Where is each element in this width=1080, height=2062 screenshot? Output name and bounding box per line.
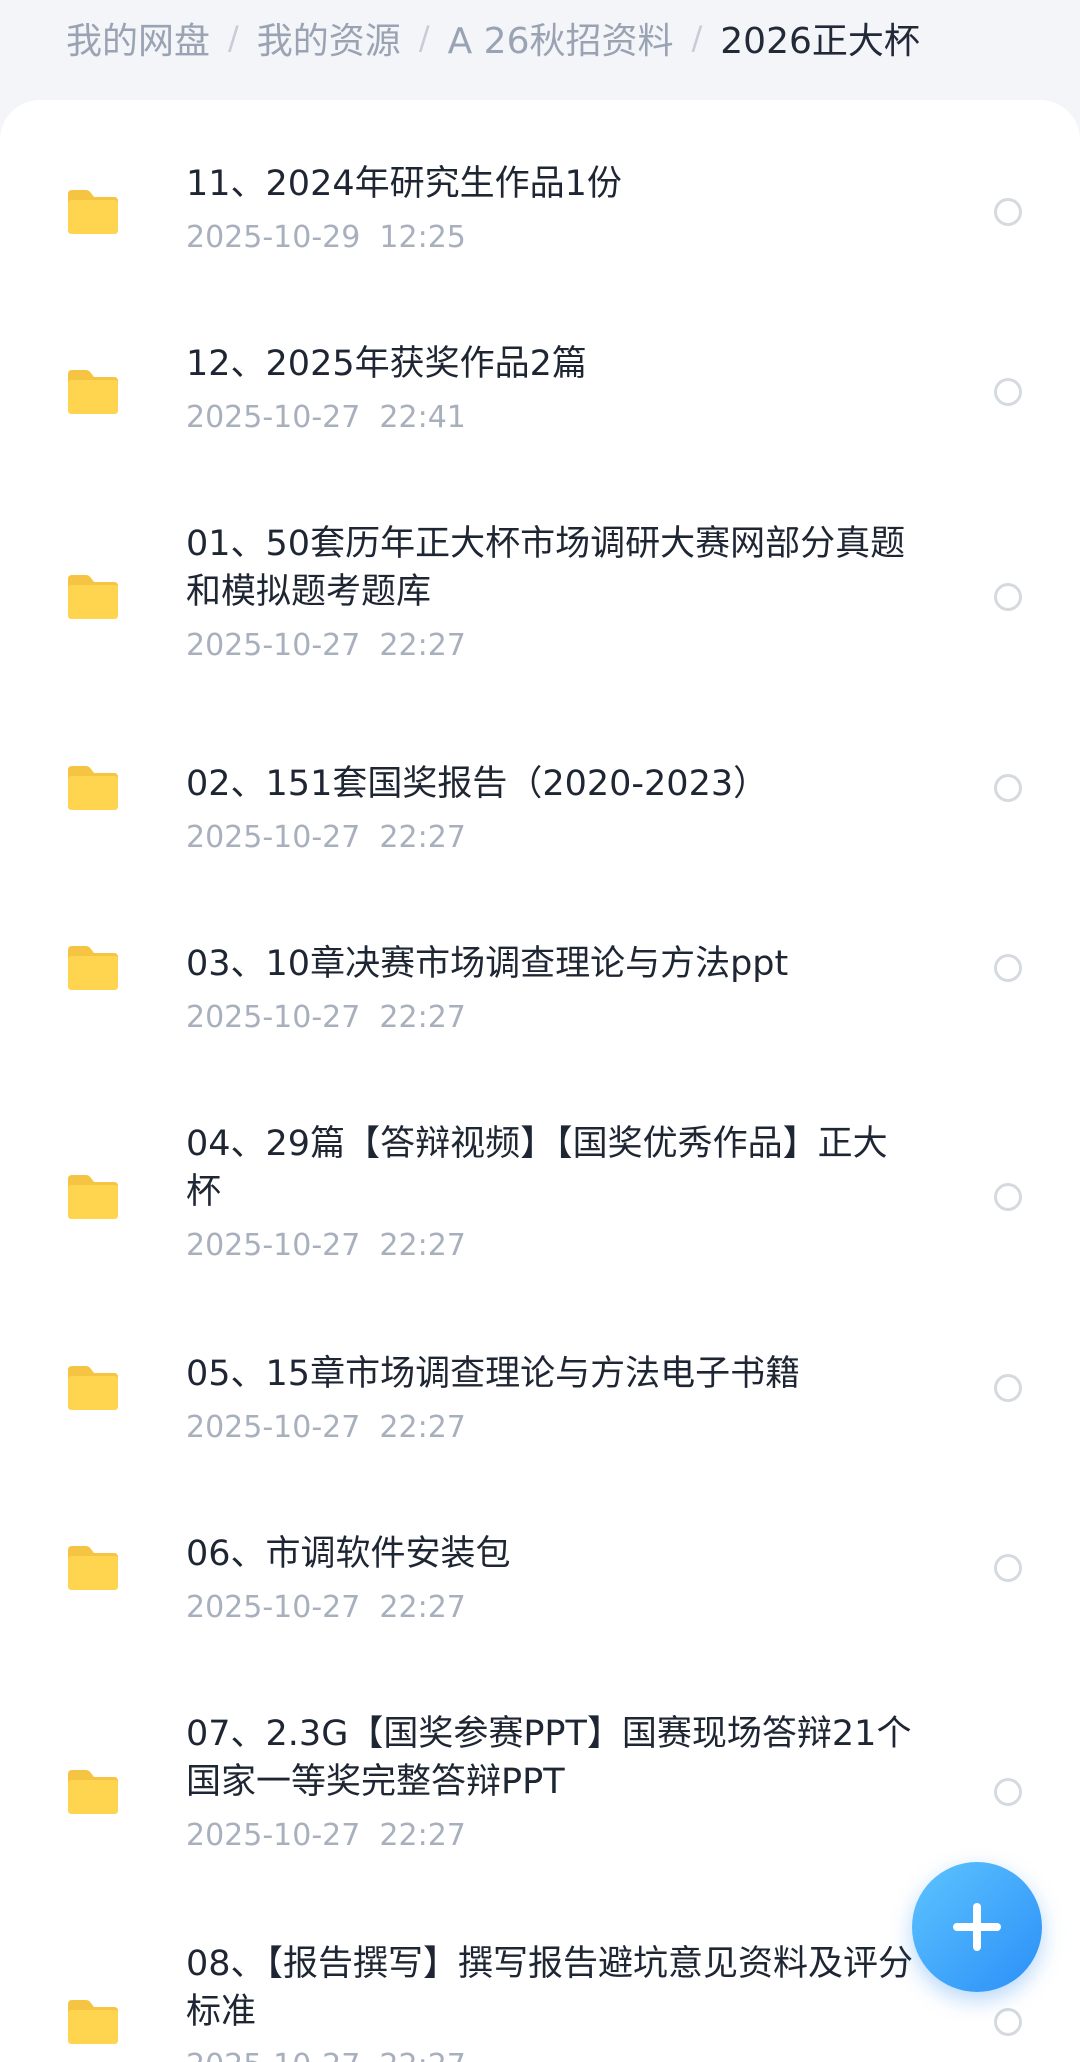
file-info: 06、市调软件安装包 2025-10-27 22:27 [186,1530,916,1628]
file-row[interactable]: 08、【报告撰写】撰写报告避坑意见资料及评分标准 2025-10-27 22:27 [0,1940,1080,2062]
file-name[interactable]: 12、2025年获奖作品2篇 [186,340,916,388]
file-row[interactable]: 12、2025年获奖作品2篇 2025-10-27 22:41 [0,340,1080,470]
file-name[interactable]: 04、29篇【答辩视频】【国奖优秀作品】正大杯 [186,1120,916,1216]
file-name[interactable]: 01、50套历年正大杯市场调研大赛网部分真题和模拟题考题库 [186,520,916,616]
file-info: 11、2024年研究生作品1份 2025-10-29 12:25 [186,160,916,258]
file-row[interactable]: 11、2024年研究生作品1份 2025-10-29 12:25 [0,160,1080,290]
select-circle-icon[interactable] [994,378,1022,406]
breadcrumb-current-folder: 2026正大杯 [720,21,920,62]
breadcrumb-item-my-drive[interactable]: 我的网盘 [66,12,210,64]
folder-icon [64,1544,122,1592]
file-row[interactable]: 07、2.3G【国奖参赛PPT】国赛现场答辩21个国家一等奖完整答辩PPT 202… [0,1710,1080,1910]
file-name[interactable]: 11、2024年研究生作品1份 [186,160,916,208]
select-circle-icon[interactable] [994,954,1022,982]
select-circle-icon[interactable] [994,1778,1022,1806]
folder-icon [64,1173,122,1221]
file-info: 08、【报告撰写】撰写报告避坑意见资料及评分标准 2025-10-27 22:27 [186,1940,916,2062]
file-date: 2025-10-27 22:27 [186,820,466,855]
file-info: 12、2025年获奖作品2篇 2025-10-27 22:41 [186,340,916,438]
breadcrumb-separator: / [418,19,430,57]
file-info: 05、15章市场调查理论与方法电子书籍 2025-10-27 22:27 [186,1350,916,1448]
file-name[interactable]: 08、【报告撰写】撰写报告避坑意见资料及评分标准 [186,1940,916,2036]
breadcrumb-separator: / [691,19,703,57]
file-date: 2025-10-27 22:27 [186,1000,466,1035]
file-info: 03、10章决赛市场调查理论与方法ppt 2025-10-27 22:27 [186,940,916,1038]
file-info: 04、29篇【答辩视频】【国奖优秀作品】正大杯 2025-10-27 22:27 [186,1120,916,1266]
select-circle-icon[interactable] [994,2008,1022,2036]
file-row[interactable]: 01、50套历年正大杯市场调研大赛网部分真题和模拟题考题库 2025-10-27 … [0,520,1080,720]
breadcrumb-item-autumn-recruit[interactable]: A 26秋招资料 [448,12,674,64]
file-date: 2025-10-27 22:27 [186,1228,466,1263]
add-button[interactable] [912,1862,1042,1992]
file-info: 02、151套国奖报告（2020-2023） 2025-10-27 22:27 [186,760,916,858]
folder-icon [64,188,122,236]
select-circle-icon[interactable] [994,583,1022,611]
breadcrumb-separator: / [228,19,239,57]
folder-icon [64,368,122,416]
folder-icon [64,764,122,812]
file-row[interactable]: 04、29篇【答辩视频】【国奖优秀作品】正大杯 2025-10-27 22:27 [0,1120,1080,1320]
file-date: 2025-10-27 22:27 [186,1410,466,1445]
file-name[interactable]: 02、151套国奖报告（2020-2023） [186,760,916,808]
file-name[interactable]: 06、市调软件安装包 [186,1530,916,1578]
file-name[interactable]: 03、10章决赛市场调查理论与方法ppt [186,940,916,988]
plus-icon [953,1903,1001,1951]
folder-icon [64,944,122,992]
select-circle-icon[interactable] [994,1554,1022,1582]
file-name[interactable]: 05、15章市场调查理论与方法电子书籍 [186,1350,916,1398]
file-name[interactable]: 07、2.3G【国奖参赛PPT】国赛现场答辩21个国家一等奖完整答辩PPT [186,1710,916,1806]
select-circle-icon[interactable] [994,198,1022,226]
file-date: 2025-10-27 22:27 [186,2046,916,2062]
file-date: 2025-10-27 22:27 [186,1818,466,1853]
file-row[interactable]: 06、市调软件安装包 2025-10-27 22:27 [0,1530,1080,1660]
folder-icon [64,1768,122,1816]
select-circle-icon[interactable] [994,1183,1022,1211]
select-circle-icon[interactable] [994,1374,1022,1402]
folder-icon [64,1998,122,2046]
folder-icon [64,573,122,621]
file-list-panel: 11、2024年研究生作品1份 2025-10-29 12:25 12、2025年获… [0,100,1080,2062]
file-info: 07、2.3G【国奖参赛PPT】国赛现场答辩21个国家一等奖完整答辩PPT 202… [186,1710,916,1856]
breadcrumb: 我的网盘 / 我的资源 / A 26秋招资料 / 2026正大杯 [66,10,920,66]
file-date: 2025-10-29 12:25 [186,220,466,255]
file-row[interactable]: 02、151套国奖报告（2020-2023） 2025-10-27 22:27 [0,760,1080,890]
file-date: 2025-10-27 22:27 [186,1590,466,1625]
folder-icon [64,1364,122,1412]
file-info: 01、50套历年正大杯市场调研大赛网部分真题和模拟题考题库 2025-10-27 … [186,520,916,666]
file-row[interactable]: 05、15章市场调查理论与方法电子书籍 2025-10-27 22:27 [0,1350,1080,1480]
breadcrumb-item-my-resources[interactable]: 我的资源 [257,12,401,64]
file-date: 2025-10-27 22:41 [186,400,466,435]
file-date: 2025-10-27 22:27 [186,628,466,663]
file-row[interactable]: 03、10章决赛市场调查理论与方法ppt 2025-10-27 22:27 [0,940,1080,1070]
select-circle-icon[interactable] [994,774,1022,802]
